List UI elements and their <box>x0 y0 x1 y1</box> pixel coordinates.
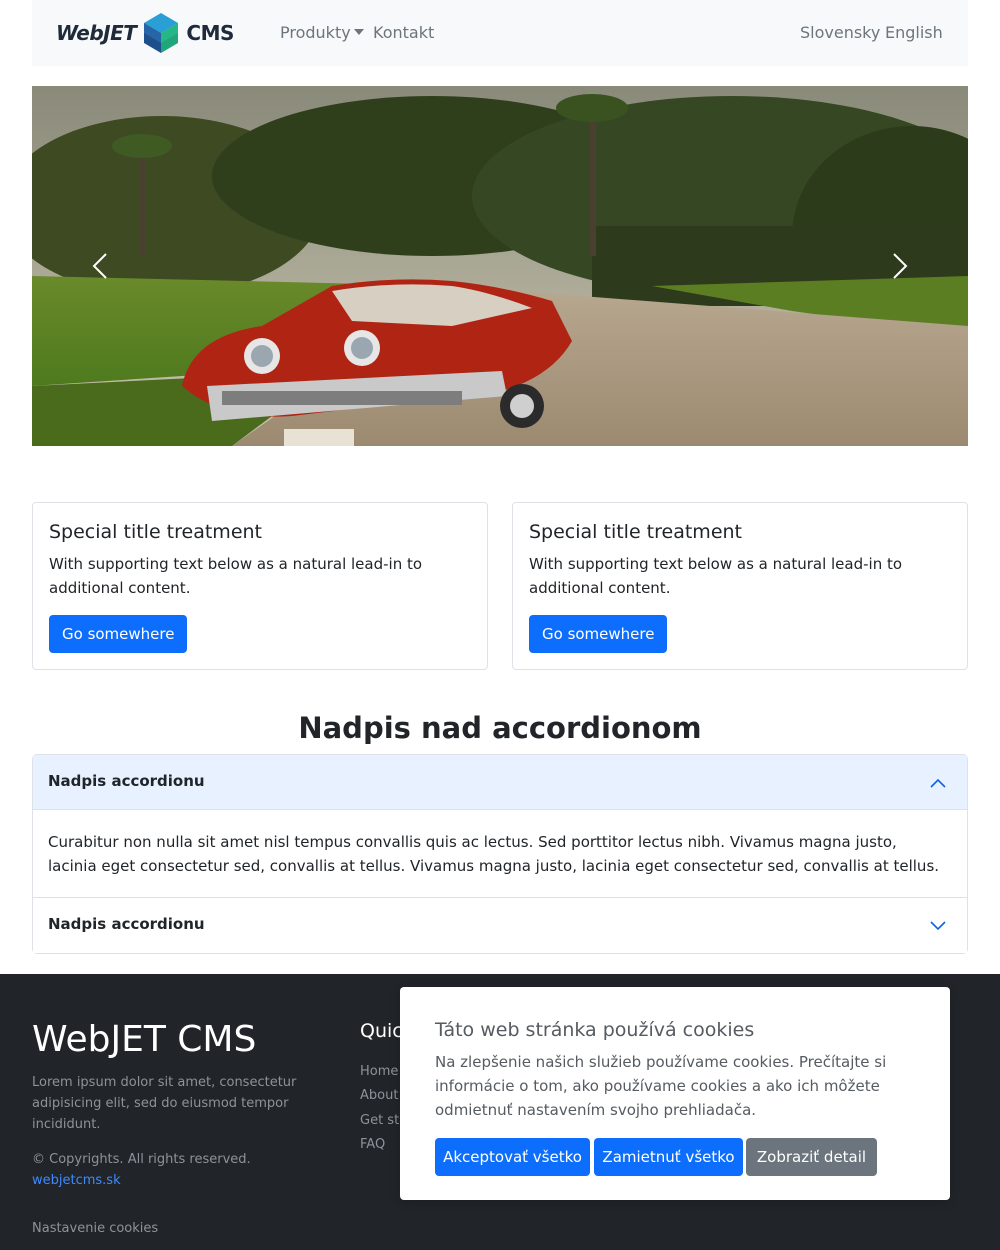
accordion-body: Curabitur non nulla sit amet nisl tempus… <box>48 833 940 875</box>
footer-copyright: © Copyrights. All rights reserved. <box>32 1152 251 1167</box>
accordion-toggle-1[interactable]: Nadpis accordionu <box>33 755 967 810</box>
footer-description: Lorem ipsum dolor sit amet, consectetur … <box>32 1075 297 1132</box>
navbar: WebJET CMS Produkty Kontakt Slovensky En… <box>32 0 968 66</box>
chevron-down-icon <box>930 921 946 931</box>
footer-website-link[interactable]: webjetcms.sk <box>32 1170 121 1191</box>
quick-links-title: Quic <box>360 1020 403 1042</box>
chevron-up-icon <box>930 778 946 788</box>
logo-text-left: WebJET <box>56 21 137 45</box>
card-title: Special title treatment <box>529 521 742 543</box>
card-text: With supporting text below as a natural … <box>529 555 903 597</box>
quick-link-home[interactable]: Home <box>360 1061 398 1082</box>
nav-item-label: Produkty <box>280 23 351 42</box>
language-slovensky[interactable]: Slovensky <box>800 22 880 44</box>
go-somewhere-button[interactable]: Go somewhere <box>49 615 188 653</box>
logo-cube-icon <box>144 13 179 53</box>
accordion-item-1: Nadpis accordionu Curabitur non nulla si… <box>32 754 968 898</box>
carousel-prev-icon[interactable] <box>82 246 122 286</box>
nav-item-kontakt[interactable]: Kontakt <box>373 22 434 44</box>
logo-text-right: CMS <box>186 21 234 45</box>
card-2: Special title treatment With supporting … <box>512 502 968 670</box>
accordion-title: Nadpis accordionu <box>48 772 205 790</box>
card-1: Special title treatment With supporting … <box>32 502 488 670</box>
cookie-dialog-text: Na zlepšenie našich služieb používame co… <box>435 1053 887 1119</box>
card-text: With supporting text below as a natural … <box>49 555 423 597</box>
caret-down-icon <box>353 29 364 35</box>
go-somewhere-button[interactable]: Go somewhere <box>529 615 668 653</box>
cookie-dialog-title: Táto web stránka používá cookies <box>435 1019 755 1041</box>
card-title: Special title treatment <box>49 521 262 543</box>
carousel-image <box>32 86 968 446</box>
show-detail-button[interactable]: Zobraziť detail <box>746 1138 877 1176</box>
cookie-settings-link[interactable]: Nastavenie cookies <box>32 1218 158 1239</box>
accordion-heading: Nadpis nad accordionom <box>298 711 702 745</box>
reject-all-button[interactable]: Zamietnuť všetko <box>594 1138 743 1176</box>
carousel-next-icon[interactable] <box>878 246 918 286</box>
footer-brand: WebJET CMS <box>32 1019 257 1060</box>
quick-link-faq[interactable]: FAQ <box>360 1134 385 1155</box>
accept-all-button[interactable]: Akceptovať všetko <box>435 1138 590 1176</box>
accordion-toggle-2[interactable]: Nadpis accordionu <box>33 898 967 953</box>
language-english[interactable]: English <box>885 22 943 44</box>
logo[interactable]: WebJET CMS <box>56 12 234 54</box>
accordion-item-2: Nadpis accordionu <box>32 898 968 954</box>
cookie-consent-dialog: Táto web stránka používá cookies Na zlep… <box>400 987 950 1200</box>
accordion-title: Nadpis accordionu <box>48 915 205 933</box>
nav-item-produkty[interactable]: Produkty <box>280 22 364 44</box>
hero-carousel <box>32 86 968 446</box>
quick-link-about[interactable]: About <box>360 1085 398 1106</box>
